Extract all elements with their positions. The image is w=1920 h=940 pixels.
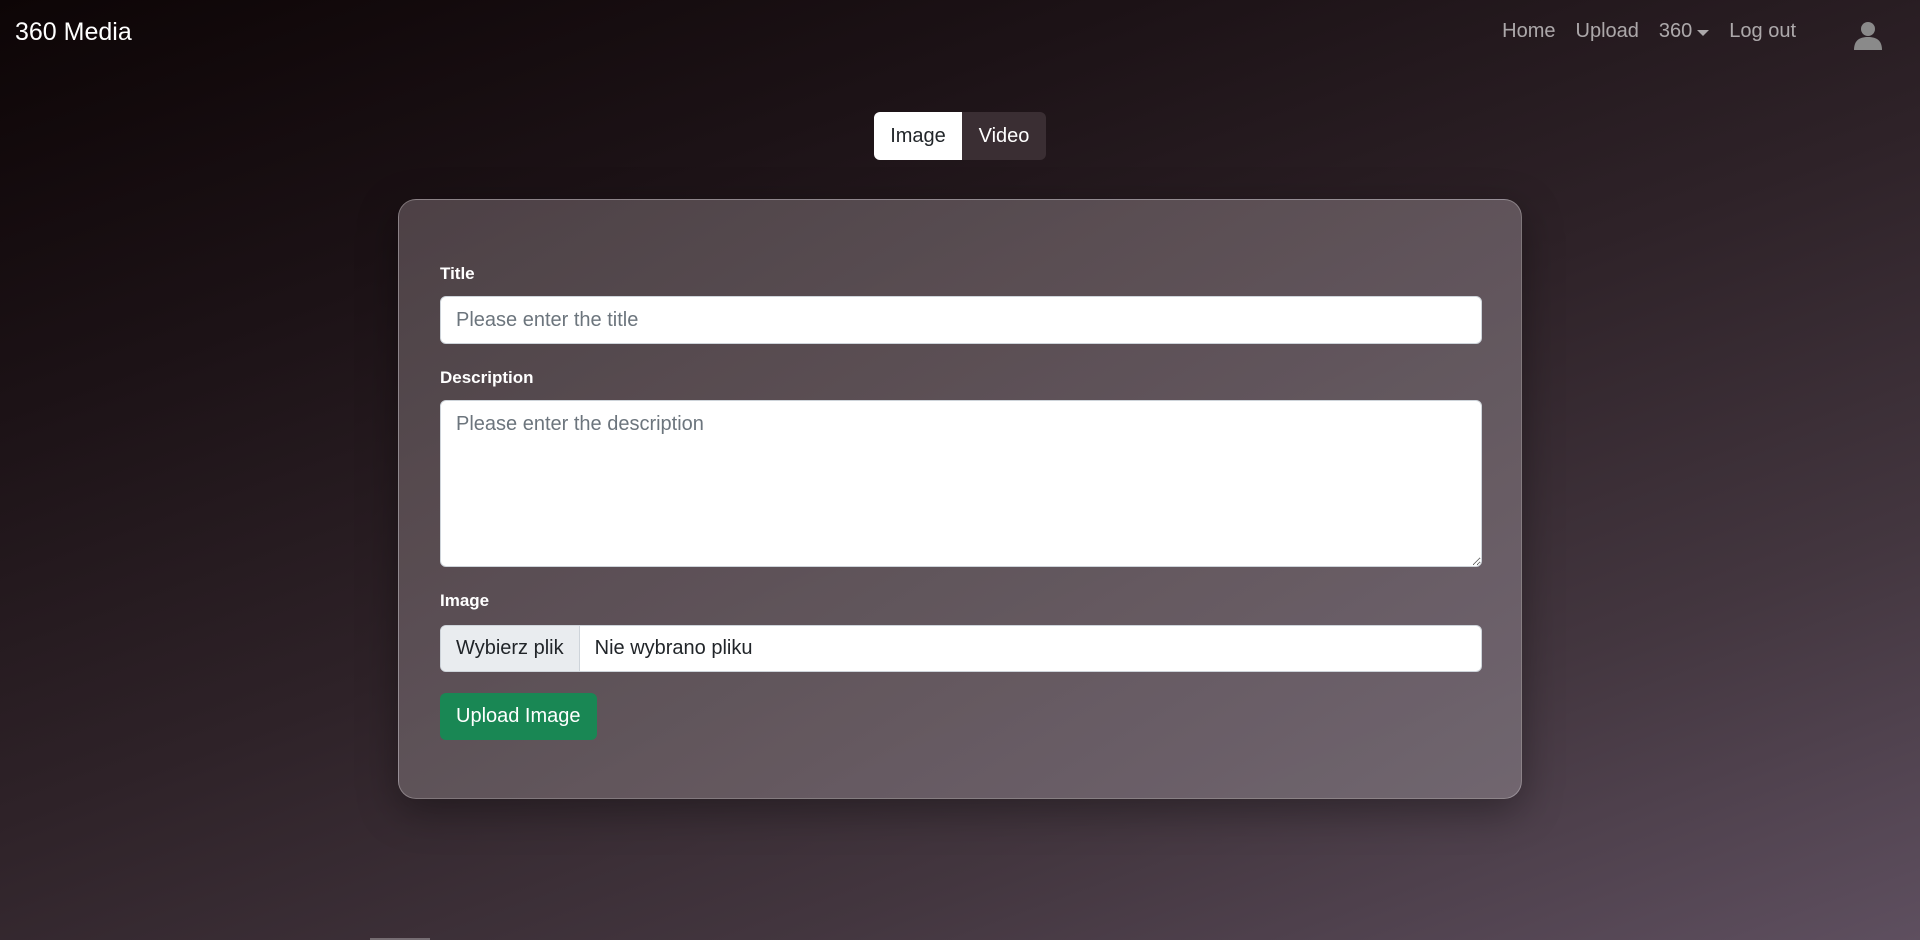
image-file-input[interactable]: Wybierz plik Nie wybrano pliku <box>440 625 1482 672</box>
nav-360-label: 360 <box>1658 20 1693 42</box>
media-type-toggle: Image Video <box>874 112 1046 160</box>
brand-link[interactable]: 360 Media <box>15 18 132 47</box>
caret-down-icon <box>1697 29 1710 36</box>
nav-home-link[interactable]: Home <box>1502 20 1555 43</box>
image-label: Image <box>440 591 490 610</box>
nav-logout-link[interactable]: Log out <box>1729 20 1796 43</box>
nav-links: Home Upload 360 Log out <box>1502 20 1796 43</box>
user-icon[interactable] <box>1852 19 1884 51</box>
nav-360-dropdown[interactable]: 360 <box>1658 20 1710 43</box>
navbar: 360 Media Home Upload 360 Log out <box>0 0 1920 68</box>
video-toggle-button[interactable]: Video <box>962 112 1046 160</box>
image-toggle-button[interactable]: Image <box>874 112 962 160</box>
file-status-text: Nie wybrano pliku <box>594 637 753 659</box>
title-label: Title <box>440 264 475 283</box>
upload-form-card: Title Description Image Wybierz plik Nie… <box>398 199 1522 799</box>
choose-file-button[interactable]: Wybierz plik <box>441 626 580 671</box>
upload-image-button[interactable]: Upload Image <box>440 693 597 740</box>
title-input[interactable] <box>440 296 1482 344</box>
description-label: Description <box>440 368 534 387</box>
description-textarea[interactable] <box>440 400 1482 567</box>
nav-upload-link[interactable]: Upload <box>1576 20 1639 43</box>
